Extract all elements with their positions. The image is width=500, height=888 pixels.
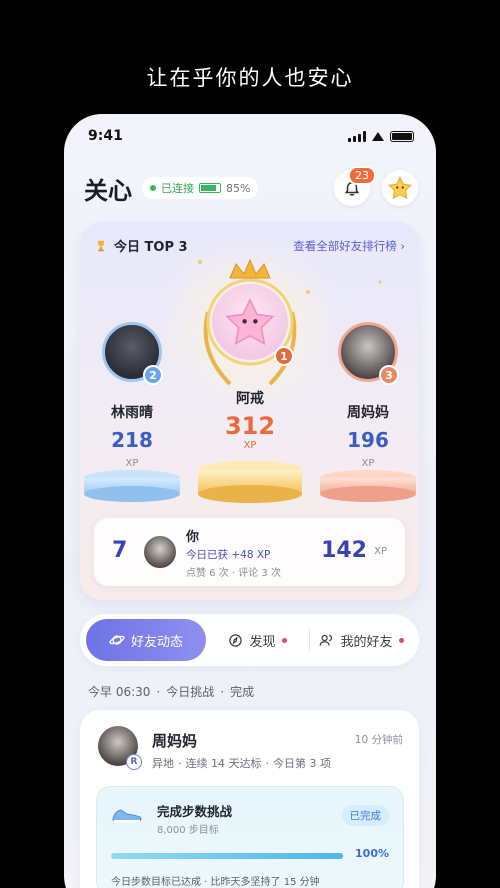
poster-name: 周妈妈 (152, 732, 198, 750)
profile-avatar-button[interactable] (382, 170, 418, 206)
connection-label: 已连接 (161, 182, 194, 195)
new-indicator-dot (281, 637, 287, 643)
sneaker-icon (112, 809, 142, 822)
challenge-card[interactable]: 完成步数挑战 8,000 步目标 已完成 100% 今日步数目标已达成 · 比昨… (96, 786, 404, 888)
feed-post-card[interactable]: R 周妈妈 10 分钟前 异地 · 连续 14 天达标 · 今日第 3 项 完成步数挑战… (80, 710, 419, 888)
my-xp: 142 (321, 538, 367, 563)
tab-my-friends[interactable]: 我的好友 (319, 631, 404, 650)
tab-friend-activity[interactable]: 好友动态 (86, 619, 206, 661)
connected-dot-icon (150, 185, 156, 191)
avatar: 2 (102, 322, 163, 385)
tagline: 让在乎你的人也安心 (146, 66, 354, 90)
status-icons (348, 130, 414, 142)
connection-badge: 已连接 85% (142, 177, 259, 199)
rank-2-medal-icon: 2 (143, 365, 163, 385)
friends-icon (320, 634, 333, 646)
podium-xp-label: XP (361, 458, 375, 469)
wifi-icon (372, 131, 384, 141)
podium-xp: 312 (224, 412, 276, 440)
star-mascot-icon (387, 175, 413, 200)
poster-meta: 异地 · 连续 14 天达标 · 今日第 3 项 (152, 757, 331, 770)
challenge-goal: 8,000 步目标 (157, 825, 219, 836)
phone-screen: 9:41 关心 已连接 85% 23 今日 TOP 3 查看全部好友排行榜 › … (64, 114, 436, 888)
device-battery-percent: 85% (226, 181, 251, 195)
podium-xp-label: XP (125, 458, 139, 469)
podium-xp: 196 (347, 428, 389, 452)
avatar (142, 534, 178, 570)
challenge-progress-percent: 100% (355, 847, 389, 860)
challenge-title: 完成步数挑战 (157, 804, 233, 819)
feed-tabs: 好友动态 发现 我的好友 (80, 614, 419, 666)
my-xp-gain: 今日已获 +48 XP (186, 549, 271, 561)
my-activity-stats: 点赞 6 次 · 评论 3 次 (186, 568, 281, 579)
my-rank-card[interactable]: 7 你 今日已获 +48 XP 点赞 6 次 · 评论 3 次 142 XP (94, 518, 405, 586)
leaderboard-card: 今日 TOP 3 查看全部好友排行榜 › 2 林雨晴 218 XP 1 阿戒 3… (80, 222, 419, 600)
app-header: 关心 已连接 85% 23 (84, 166, 418, 206)
notification-count-badge: 23 (348, 166, 376, 185)
completed-status-badge: 已完成 (341, 805, 389, 826)
challenge-progress-bar (111, 853, 343, 859)
status-time: 9:41 (88, 128, 123, 144)
avatar: 3 (338, 322, 399, 385)
challenge-progress-fill (111, 853, 343, 859)
status-bar: 9:41 (88, 126, 414, 146)
podium-name: 阿戒 (236, 391, 264, 407)
podium-name: 林雨晴 (111, 405, 153, 421)
tab-discover[interactable]: 发现 (228, 631, 287, 650)
notifications-button[interactable]: 23 (334, 166, 376, 206)
podium-name: 周妈妈 (347, 405, 389, 421)
rank-3-medal-icon: 3 (379, 365, 399, 385)
device-battery-icon (199, 183, 221, 193)
post-time: 10 分钟前 (354, 734, 403, 746)
podium-rank-2[interactable]: 2 (98, 322, 166, 385)
podium-rank-1[interactable]: 1 (212, 284, 294, 366)
feed-section-breadcrumb: 今早 06:30 · 今日挑战 · 完成 (88, 685, 255, 699)
avatar: 1 (212, 284, 294, 366)
my-rank: 7 (112, 538, 128, 563)
signal-icon (348, 130, 366, 142)
new-indicator-dot (398, 637, 404, 643)
role-badge: R (126, 754, 142, 770)
rank-1-medal-icon: 1 (274, 346, 294, 366)
podium-rank-3[interactable]: 3 (334, 322, 402, 385)
challenge-note: 今日步数目标已达成 · 比昨天多坚持了 15 分钟 (111, 877, 320, 888)
my-name: 你 (186, 530, 200, 545)
page-title: 关心 (84, 176, 132, 205)
my-xp-label: XP (374, 546, 387, 557)
podium-xp-label: XP (243, 440, 257, 451)
compass-icon (229, 633, 243, 647)
battery-icon (390, 130, 414, 142)
podium-xp: 218 (111, 428, 153, 452)
planet-icon (109, 635, 125, 645)
